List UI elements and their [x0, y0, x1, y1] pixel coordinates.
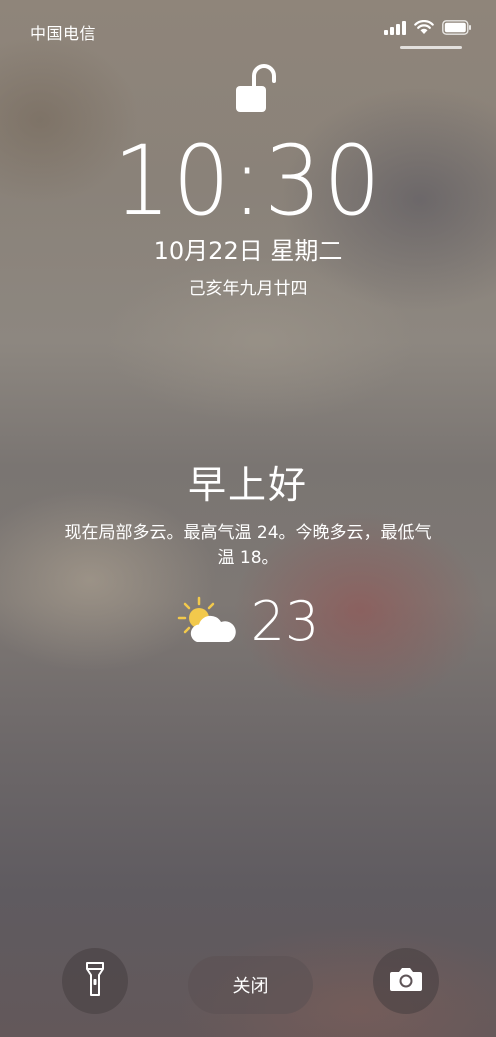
close-button-label: 关闭 [232, 976, 269, 997]
greeting: 早上好 [187, 463, 308, 507]
battery-icon [442, 20, 472, 39]
unlocked-padlock-icon [234, 64, 280, 114]
lock-screen-time: 10:30 [113, 125, 383, 237]
flashlight-button[interactable] [62, 948, 128, 1014]
flashlight-icon [85, 961, 105, 1001]
weather-description: 现在局部多云。最高气温 24。今晚多云，最低气温 18。 [64, 523, 432, 568]
lock-screen-date: 10月22日 星期二 [153, 237, 343, 265]
camera-icon [389, 966, 423, 996]
control-center-indicator[interactable] [400, 46, 462, 49]
current-temperature: 23 [250, 590, 320, 653]
current-weather: 23 [0, 592, 496, 652]
close-button[interactable]: 关闭 [188, 956, 313, 1014]
status-icons [384, 20, 472, 39]
carrier-name: 中国电信 [30, 24, 97, 43]
lunar-date: 己亥年九月廿四 [188, 279, 308, 299]
cellular-signal-icon [384, 20, 406, 39]
partly-sunny-icon [177, 596, 241, 648]
camera-button[interactable] [373, 948, 439, 1014]
status-bar: 中国电信 [0, 0, 496, 60]
wifi-icon [414, 20, 434, 39]
